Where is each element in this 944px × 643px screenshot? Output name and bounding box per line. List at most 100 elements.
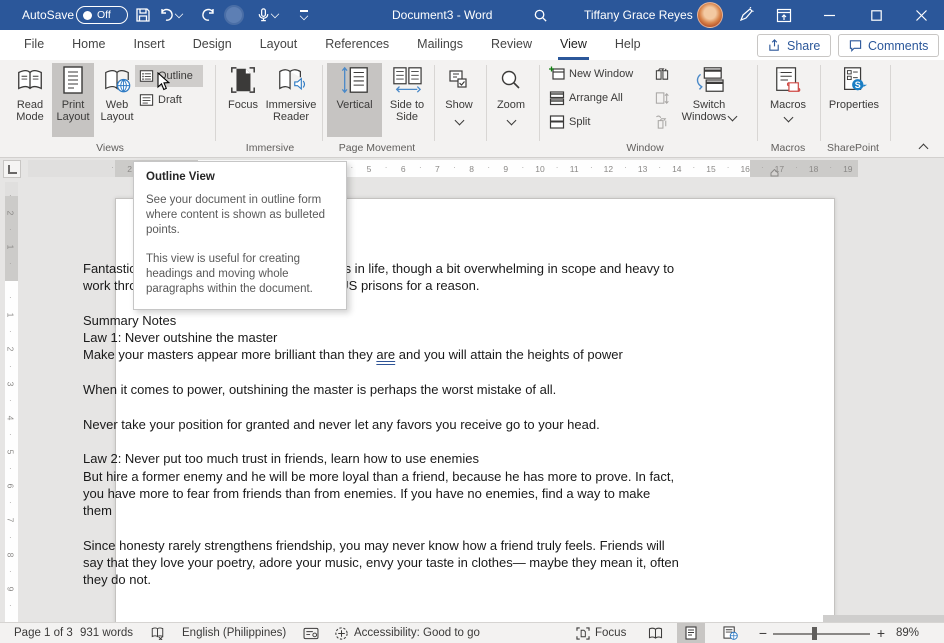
language-indicator[interactable]: English (Philippines): [182, 623, 286, 643]
save-button[interactable]: [131, 3, 155, 27]
web-layout-button[interactable]: Web Layout: [95, 63, 139, 123]
tab-design[interactable]: Design: [179, 30, 246, 60]
user-name[interactable]: Tiffany Grace Reyes: [584, 0, 693, 30]
dictate-dropdown-icon[interactable]: [270, 9, 278, 17]
reset-window-position-button[interactable]: [650, 111, 678, 133]
document-line[interactable]: Never take your position for granted and…: [83, 416, 639, 433]
read-mode-icon: [15, 63, 45, 97]
avatar[interactable]: [697, 2, 723, 28]
document-line[interactable]: Since honesty rarely strengthens friends…: [83, 537, 639, 554]
page-indicator[interactable]: Page 1 of 3: [14, 623, 73, 643]
collapse-ribbon-button[interactable]: [919, 144, 929, 154]
minus-icon: −: [759, 625, 767, 641]
tab-review[interactable]: Review: [477, 30, 546, 60]
document-line[interactable]: When it comes to power, outshining the m…: [83, 381, 639, 398]
redo-button[interactable]: [196, 3, 220, 27]
print-layout-label: Print Layout: [52, 99, 94, 123]
ruler-mark: ·: [351, 163, 354, 172]
ruler-mark: 4: [5, 415, 15, 420]
zoom-slider-thumb[interactable]: [812, 627, 817, 640]
tab-layout[interactable]: Layout: [246, 30, 312, 60]
document-line[interactable]: But hire a former enemy and he will be m…: [83, 468, 639, 485]
switch-windows-button[interactable]: Switch Windows: [676, 63, 742, 123]
side-to-side-label: Side to Side: [384, 99, 430, 123]
tab-home[interactable]: Home: [58, 30, 119, 60]
focus-button[interactable]: Focus: [222, 63, 264, 111]
draft-button[interactable]: Draft: [135, 89, 203, 111]
maximize-button[interactable]: [853, 0, 899, 30]
synchronous-scrolling-button[interactable]: [650, 87, 678, 109]
document-line[interactable]: Make your masters appear more brilliant …: [83, 346, 639, 363]
tooltip-body: See your document in outline form where …: [146, 193, 334, 238]
undo-button[interactable]: [156, 3, 186, 27]
arrange-all-button[interactable]: Arrange All: [545, 87, 627, 109]
word-count[interactable]: 931 words: [80, 623, 133, 643]
recording-indicator[interactable]: [222, 3, 246, 27]
new-window-button[interactable]: New Window: [545, 63, 637, 85]
accessibility-checker[interactable]: Accessibility: Good to go: [334, 623, 480, 643]
document-line[interactable]: they do not.: [83, 571, 639, 588]
close-button[interactable]: [898, 0, 944, 30]
document-line[interactable]: [83, 398, 639, 415]
document-line[interactable]: say that they love your poetry, adore yo…: [83, 554, 639, 571]
zoom-percentage[interactable]: 89%: [896, 623, 919, 643]
focus-mode-button[interactable]: Focus: [576, 623, 626, 643]
text-predictions-button[interactable]: [303, 623, 319, 643]
document-line[interactable]: Summary Notes: [83, 312, 639, 329]
immersive-reader-button[interactable]: Immersive Reader: [263, 63, 319, 123]
zoom-out-button[interactable]: −: [755, 623, 771, 643]
print-layout-view-button[interactable]: [677, 623, 705, 643]
vertical-button[interactable]: Vertical: [327, 63, 382, 137]
search-button[interactable]: [528, 3, 552, 27]
minimize-button[interactable]: [806, 0, 852, 30]
document-line[interactable]: you have more to fear from friends than …: [83, 485, 639, 502]
show-label: Show: [445, 99, 473, 111]
document-line[interactable]: [83, 364, 639, 381]
undo-dropdown-icon[interactable]: [175, 9, 183, 17]
zoom-button[interactable]: Zoom: [489, 63, 533, 124]
read-mode-view-button[interactable]: [643, 623, 667, 643]
view-side-by-side-button[interactable]: [650, 63, 678, 85]
tab-file[interactable]: File: [10, 30, 58, 60]
share-button[interactable]: Share: [757, 34, 831, 57]
macros-button[interactable]: Macros: [763, 63, 813, 121]
properties-button[interactable]: S Properties: [826, 63, 882, 111]
document-line[interactable]: Law 2: Never put too much trust in frien…: [83, 450, 639, 467]
tab-view[interactable]: View: [546, 30, 601, 60]
show-button[interactable]: Show: [437, 63, 481, 124]
zoom-in-button[interactable]: +: [873, 623, 889, 643]
tab-references[interactable]: References: [311, 30, 403, 60]
tab-mailings[interactable]: Mailings: [403, 30, 477, 60]
document-line[interactable]: [83, 433, 639, 450]
focus-icon: [229, 63, 257, 97]
vertical-ruler[interactable]: 12123456789·············: [5, 182, 18, 622]
ruler-mark: ·: [9, 533, 12, 542]
ruler-mark: ·: [522, 163, 525, 172]
read-mode-label: Read Mode: [9, 99, 51, 123]
web-layout-view-button[interactable]: [717, 623, 743, 643]
tab-stop-selector[interactable]: [3, 160, 21, 178]
ink-editor-button[interactable]: [734, 3, 758, 27]
tab-help[interactable]: Help: [601, 30, 655, 60]
read-mode-button[interactable]: Read Mode: [9, 63, 51, 123]
comments-button[interactable]: Comments: [838, 34, 939, 57]
quick-access-more-button[interactable]: [292, 3, 316, 27]
document-line[interactable]: them: [83, 502, 639, 519]
draft-label: Draft: [158, 94, 182, 106]
print-layout-button[interactable]: Print Layout: [52, 63, 94, 137]
document-line[interactable]: [83, 519, 639, 536]
split-button[interactable]: Split: [545, 111, 594, 133]
vertical-icon: [340, 63, 370, 97]
dictate-button[interactable]: [250, 3, 284, 27]
tooltip-title: Outline View: [146, 171, 334, 183]
side-to-side-button[interactable]: Side to Side: [384, 63, 430, 123]
document-line[interactable]: Law 1: Never outshine the master: [83, 329, 639, 346]
tab-insert[interactable]: Insert: [120, 30, 179, 60]
grammar-marked-word[interactable]: are: [376, 347, 395, 362]
proofing-errors-button[interactable]: [150, 623, 165, 643]
ribbon-display-options-button[interactable]: [772, 3, 796, 27]
zoom-slider-track[interactable]: [773, 633, 870, 635]
autosave-toggle[interactable]: Off: [76, 6, 128, 24]
ruler-mark: 19: [843, 164, 852, 174]
scrollbar-corner[interactable]: [823, 615, 944, 622]
